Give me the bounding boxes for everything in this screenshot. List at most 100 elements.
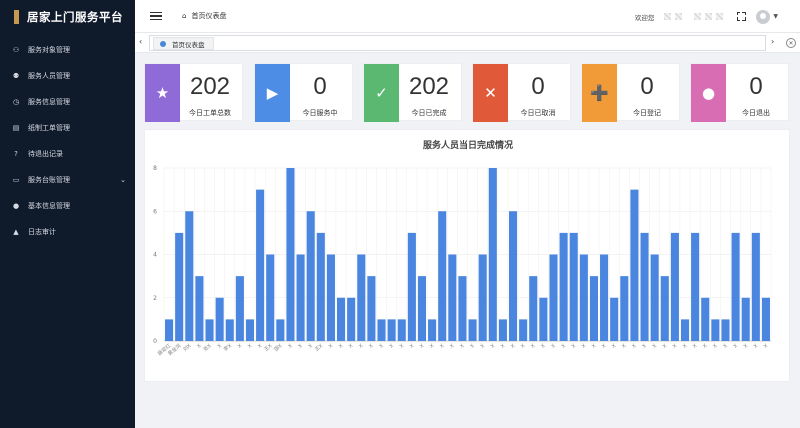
- stat-value: 0: [313, 73, 327, 100]
- x-tick-label: X: [469, 343, 476, 350]
- bar[interactable]: [407, 232, 416, 341]
- x-tick-label: X: [449, 343, 456, 350]
- bar[interactable]: [650, 254, 659, 342]
- users-icon: ⚇: [12, 46, 20, 54]
- bar[interactable]: [569, 232, 578, 341]
- x-tick-label: X: [621, 343, 628, 350]
- bar[interactable]: [205, 319, 214, 341]
- stat-card: ✓ 202 今日已完成: [363, 63, 462, 122]
- avatar[interactable]: [756, 9, 771, 24]
- bar[interactable]: [387, 319, 396, 341]
- bar[interactable]: [367, 276, 376, 341]
- tab-dashboard[interactable]: 首页仪表盘: [153, 37, 214, 50]
- bar[interactable]: [620, 276, 629, 341]
- bar[interactable]: [508, 211, 518, 341]
- tab-scroll-right-icon[interactable]: ›: [771, 37, 774, 46]
- bar[interactable]: [711, 319, 720, 341]
- bar[interactable]: [468, 319, 477, 341]
- bar[interactable]: [428, 319, 437, 341]
- x-tick-label: X: [520, 343, 527, 350]
- tab-scroll-left-icon[interactable]: ‹: [139, 37, 142, 46]
- bar[interactable]: [680, 319, 690, 341]
- bar[interactable]: [589, 276, 599, 341]
- bar[interactable]: [336, 297, 346, 341]
- bar[interactable]: [417, 276, 427, 341]
- bar[interactable]: [529, 276, 538, 341]
- bar[interactable]: [225, 319, 234, 341]
- sidebar-item-7[interactable]: ▲ 日志审计: [0, 219, 135, 245]
- bar[interactable]: [357, 254, 366, 342]
- bar[interactable]: [498, 319, 507, 341]
- fullscreen-icon[interactable]: [736, 11, 747, 21]
- info-icon: ●: [12, 202, 20, 210]
- caret-down-icon[interactable]: ▼: [773, 13, 778, 20]
- sidebar: 居家上门服务平台 ⚇ 服务对象管理 ⚉ 服务人员管理 ◷ 服务信息管理 ▤ 纸制工单管理? 待退…: [0, 0, 135, 428]
- bar[interactable]: [316, 232, 325, 341]
- bar[interactable]: [630, 189, 639, 341]
- bar[interactable]: [701, 297, 710, 341]
- bar[interactable]: [286, 168, 295, 341]
- sidebar-item-5[interactable]: ▭ 服务台账管理 ⌄: [0, 167, 135, 193]
- close-tabs-icon[interactable]: ✕: [786, 38, 796, 48]
- check-icon: ✓: [364, 64, 399, 122]
- x-tick-label: X: [611, 343, 618, 350]
- bar[interactable]: [761, 297, 770, 341]
- bar[interactable]: [600, 254, 609, 342]
- sidebar-item-1[interactable]: ⚉ 服务人员管理: [0, 63, 135, 89]
- menu-toggle-icon[interactable]: [150, 11, 162, 21]
- bar[interactable]: [448, 254, 457, 342]
- bar[interactable]: [549, 254, 558, 342]
- bar[interactable]: [488, 168, 497, 341]
- bar[interactable]: [579, 254, 588, 342]
- bar[interactable]: [235, 276, 244, 341]
- breadcrumb-label[interactable]: 首页仪表盘: [191, 11, 226, 21]
- sidebar-item-4[interactable]: ? 待退出记录: [0, 141, 135, 167]
- chevron-down-icon[interactable]: ⌄: [120, 176, 126, 184]
- bar[interactable]: [195, 276, 204, 341]
- sidebar-item-label: 服务信息管理: [28, 98, 70, 106]
- bar[interactable]: [478, 254, 487, 342]
- bar[interactable]: [731, 232, 740, 341]
- bar[interactable]: [519, 319, 528, 341]
- sidebar-item-0[interactable]: ⚇ 服务对象管理: [0, 37, 135, 63]
- bar[interactable]: [296, 254, 305, 342]
- x-tick-label: X: [287, 343, 294, 350]
- bar[interactable]: [559, 232, 568, 341]
- x-tick-label: X: [560, 343, 567, 350]
- bar[interactable]: [266, 254, 275, 342]
- bar[interactable]: [539, 297, 548, 341]
- bar[interactable]: [165, 319, 174, 341]
- bar[interactable]: [175, 232, 184, 341]
- bar[interactable]: [458, 276, 467, 341]
- bar[interactable]: [276, 319, 285, 341]
- bar[interactable]: [751, 232, 760, 341]
- bar[interactable]: [306, 211, 315, 341]
- bar[interactable]: [660, 276, 669, 341]
- bar-chart: 02468薛翠红黄金凤 刘X X 张X X 李X X X X 王X 邵X X X X 王X X X X X X X X X X…: [153, 165, 772, 357]
- bar[interactable]: [610, 297, 619, 341]
- bar[interactable]: [741, 297, 750, 341]
- bar[interactable]: [438, 211, 447, 341]
- home-icon[interactable]: ⌂: [182, 12, 186, 20]
- bar[interactable]: [721, 319, 730, 341]
- bar[interactable]: [326, 254, 335, 342]
- bar[interactable]: [670, 232, 679, 341]
- bar[interactable]: [377, 319, 386, 341]
- bar[interactable]: [215, 297, 224, 341]
- bar[interactable]: [245, 319, 255, 341]
- x-tick-label: X: [631, 343, 638, 350]
- welcome-text: 欢迎您: [634, 13, 655, 22]
- sidebar-item-3[interactable]: ▤ 纸制工单管理: [0, 115, 135, 141]
- brand-logo-icon: [14, 10, 19, 24]
- bar[interactable]: [691, 232, 700, 341]
- bar[interactable]: [347, 297, 356, 341]
- user-icon: ●: [691, 64, 726, 122]
- x-tick-label: X: [763, 343, 770, 350]
- sidebar-item-6[interactable]: ● 基本信息管理: [0, 193, 135, 219]
- bar[interactable]: [185, 211, 194, 341]
- bar[interactable]: [397, 319, 406, 341]
- x-tick-label: X: [399, 343, 406, 350]
- bar[interactable]: [640, 232, 649, 341]
- bar[interactable]: [256, 189, 265, 341]
- sidebar-item-2[interactable]: ◷ 服务信息管理: [0, 89, 135, 115]
